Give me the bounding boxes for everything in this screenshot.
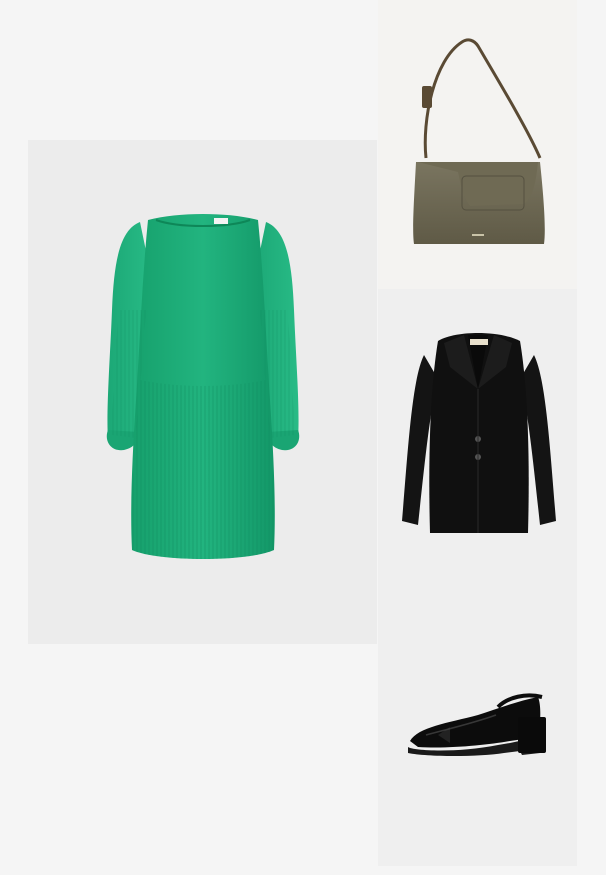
shoulder-bag-image [413, 38, 545, 244]
dress-tile[interactable] [28, 140, 377, 644]
slingback-shoe-image [408, 693, 546, 756]
blazer-tile[interactable] [378, 289, 577, 577]
shoe-tile[interactable] [378, 577, 577, 866]
dress-image [106, 214, 300, 559]
blazer-image [402, 333, 556, 533]
bag-tile[interactable] [378, 0, 577, 289]
outfit-board [0, 0, 606, 875]
